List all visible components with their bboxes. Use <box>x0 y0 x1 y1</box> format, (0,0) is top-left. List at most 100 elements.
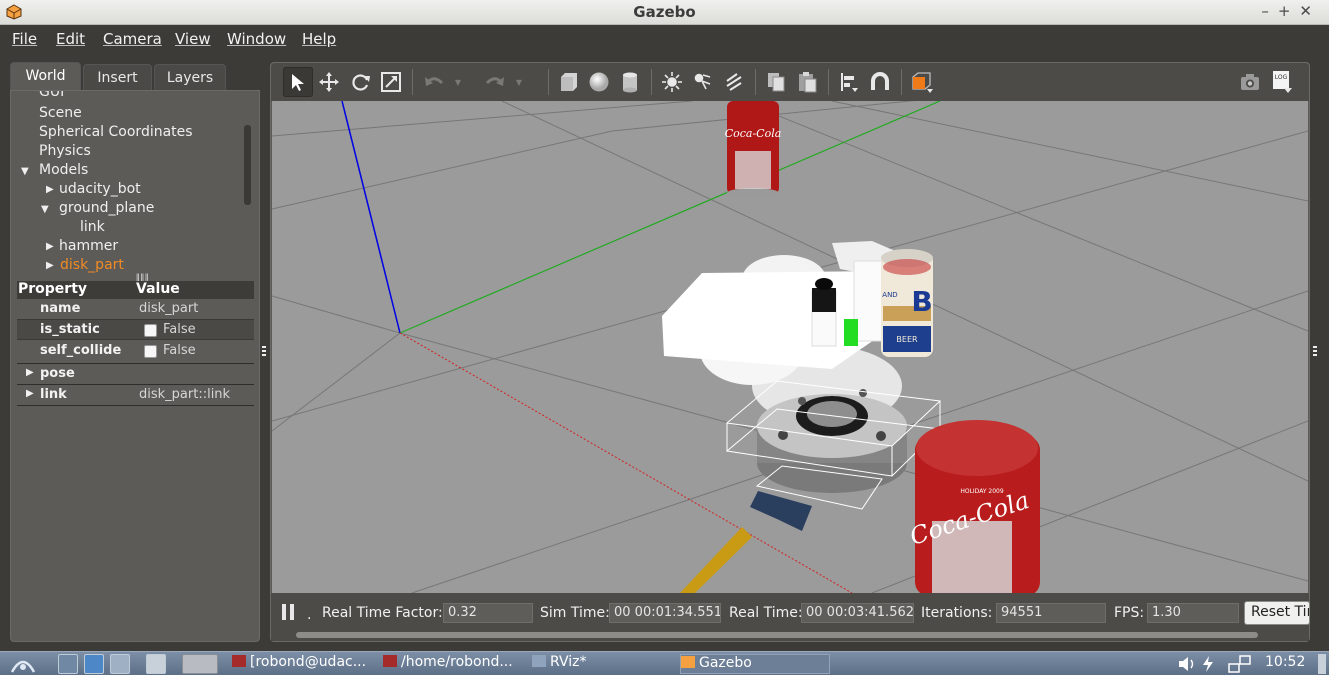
menu-camera[interactable]: Camera <box>103 30 162 48</box>
network-icon[interactable] <box>1228 655 1252 673</box>
property-key: pose <box>40 366 75 381</box>
power-icon[interactable] <box>1201 655 1215 673</box>
file-manager-launcher-icon[interactable] <box>58 654 78 674</box>
browser-launcher-icon[interactable] <box>84 654 104 674</box>
undo-icon[interactable] <box>419 67 449 97</box>
collapsed-arrow-icon[interactable]: ▶ <box>26 388 34 399</box>
tab-layers[interactable]: Layers <box>154 64 226 91</box>
step-dot[interactable]: . <box>307 607 311 623</box>
hammer[interactable] <box>680 491 812 593</box>
snap-icon[interactable] <box>865 67 895 97</box>
task-gazebo[interactable]: Gazebo <box>680 654 830 674</box>
undo-history-icon[interactable]: ▼ <box>451 67 465 97</box>
disk-part[interactable] <box>757 389 907 493</box>
sphere-icon[interactable] <box>584 67 614 97</box>
is-static-checkbox[interactable] <box>144 324 157 337</box>
tree-item-disk-part[interactable]: disk_part <box>60 257 124 276</box>
task-terminal-1[interactable]: [robond@udac... <box>232 654 374 674</box>
collapsed-arrow-icon[interactable]: ▶ <box>26 367 34 378</box>
world-tree: GUI Scene Spherical Coordinates Physics … <box>11 91 247 279</box>
property-key: is_static <box>40 322 100 337</box>
terminal-icon <box>232 655 246 667</box>
rviz-icon <box>532 655 546 667</box>
redo-icon[interactable] <box>480 67 510 97</box>
expanded-arrow-icon[interactable]: ▼ <box>21 166 29 177</box>
collapsed-arrow-icon[interactable]: ▶ <box>46 260 54 271</box>
expanded-arrow-icon[interactable]: ▼ <box>41 204 49 215</box>
property-key: link <box>40 387 67 402</box>
tree-item-scene[interactable]: Scene <box>39 105 82 124</box>
clock: 10:52 <box>1265 654 1306 670</box>
tree-item-hammer[interactable]: hammer <box>59 238 118 257</box>
menu-view[interactable]: View <box>175 30 211 48</box>
tree-item-spherical-coordinates[interactable]: Spherical Coordinates <box>39 124 193 143</box>
status-scrollbar[interactable] <box>296 632 1258 638</box>
minimize-button[interactable]: – <box>1261 2 1278 20</box>
menu-edit[interactable]: Edit <box>56 30 85 48</box>
pause-icon[interactable] <box>281 603 295 621</box>
panel-tabs: World Insert Layers <box>10 62 260 91</box>
view-angle-icon[interactable] <box>907 67 937 97</box>
start-menu-icon[interactable] <box>10 654 36 674</box>
show-desktop-button[interactable] <box>1318 654 1326 674</box>
property-row-link[interactable]: ▶ link disk_part::link <box>17 385 254 406</box>
workspace-switcher[interactable] <box>182 654 218 674</box>
self-collide-checkbox[interactable] <box>144 345 157 358</box>
collapsed-arrow-icon[interactable]: ▶ <box>46 184 54 195</box>
menu-file[interactable]: File <box>12 30 37 48</box>
right-panel-resize-handle[interactable] <box>1313 346 1317 356</box>
close-button[interactable]: ✕ <box>1299 2 1321 20</box>
menu-help[interactable]: Help <box>302 30 336 48</box>
copy-icon[interactable] <box>761 67 791 97</box>
tab-world[interactable]: World <box>10 62 81 91</box>
volume-icon[interactable] <box>1178 656 1198 672</box>
menu-window[interactable]: Window <box>227 30 286 48</box>
maximize-button[interactable]: + <box>1278 2 1300 20</box>
rotate-icon[interactable] <box>345 67 375 97</box>
directional-light-icon[interactable] <box>719 67 749 97</box>
3d-scene[interactable]: Coca-Cola B AND BEER Coca-Cola HOLIDAY 2… <box>272 101 1308 593</box>
screenshot-icon[interactable] <box>1235 67 1265 97</box>
tree-scrollbar[interactable] <box>244 125 251 205</box>
left-panel-resize-handle[interactable] <box>262 346 266 356</box>
reset-time-button[interactable]: Reset Time <box>1244 601 1310 625</box>
coke-can-top[interactable]: Coca-Cola <box>725 101 782 198</box>
tree-item-physics[interactable]: Physics <box>39 143 91 162</box>
property-header: Property Value <box>17 281 254 299</box>
terminal-launcher-icon[interactable] <box>110 654 130 674</box>
beer-band-label: BEER <box>896 335 918 344</box>
task-terminal-2[interactable]: /home/robond... <box>383 654 525 674</box>
z-axis <box>341 101 401 334</box>
property-value[interactable]: disk_part <box>139 301 198 316</box>
render-view: ▼ ▼ LOG Coca-Cola B AND BEER Coca-Cola H… <box>270 62 1310 642</box>
point-light-icon[interactable] <box>657 67 687 97</box>
gazebo-launcher-icon[interactable] <box>146 654 166 674</box>
property-row-self-collide: self_collide False <box>17 341 254 362</box>
task-rviz[interactable]: RViz* <box>532 654 674 674</box>
tree-item-gui[interactable]: GUI <box>39 91 64 103</box>
log-icon[interactable]: LOG <box>1266 67 1296 97</box>
select-icon[interactable] <box>283 67 313 97</box>
tab-insert[interactable]: Insert <box>83 64 152 91</box>
tree-item-link[interactable]: link <box>80 219 105 238</box>
beer-can[interactable]: B AND BEER <box>881 249 933 357</box>
can-label: Coca-Cola <box>725 127 782 140</box>
tree-item-ground-plane[interactable]: ground_plane <box>59 200 154 219</box>
property-row-pose[interactable]: ▶ pose <box>17 364 254 385</box>
coke-can-bottom[interactable]: Coca-Cola HOLIDAY 2009 <box>906 420 1040 593</box>
align-icon[interactable] <box>834 67 864 97</box>
redo-history-icon[interactable]: ▼ <box>512 67 526 97</box>
spot-light-icon[interactable] <box>688 67 718 97</box>
tree-item-models[interactable]: Models <box>39 162 88 181</box>
collapsed-arrow-icon[interactable]: ▶ <box>46 241 54 252</box>
cylinder-icon[interactable] <box>615 67 645 97</box>
real-time-factor-label: Real Time Factor: <box>322 605 443 621</box>
box-icon[interactable] <box>553 67 583 97</box>
translate-icon[interactable] <box>314 67 344 97</box>
window-title: Gazebo <box>633 3 696 21</box>
paste-icon[interactable] <box>792 67 822 97</box>
property-column-header: Property <box>18 281 88 297</box>
fps-field: 1.30 <box>1147 603 1239 623</box>
tree-item-udacity-bot[interactable]: udacity_bot <box>59 181 141 200</box>
scale-icon[interactable] <box>376 67 406 97</box>
